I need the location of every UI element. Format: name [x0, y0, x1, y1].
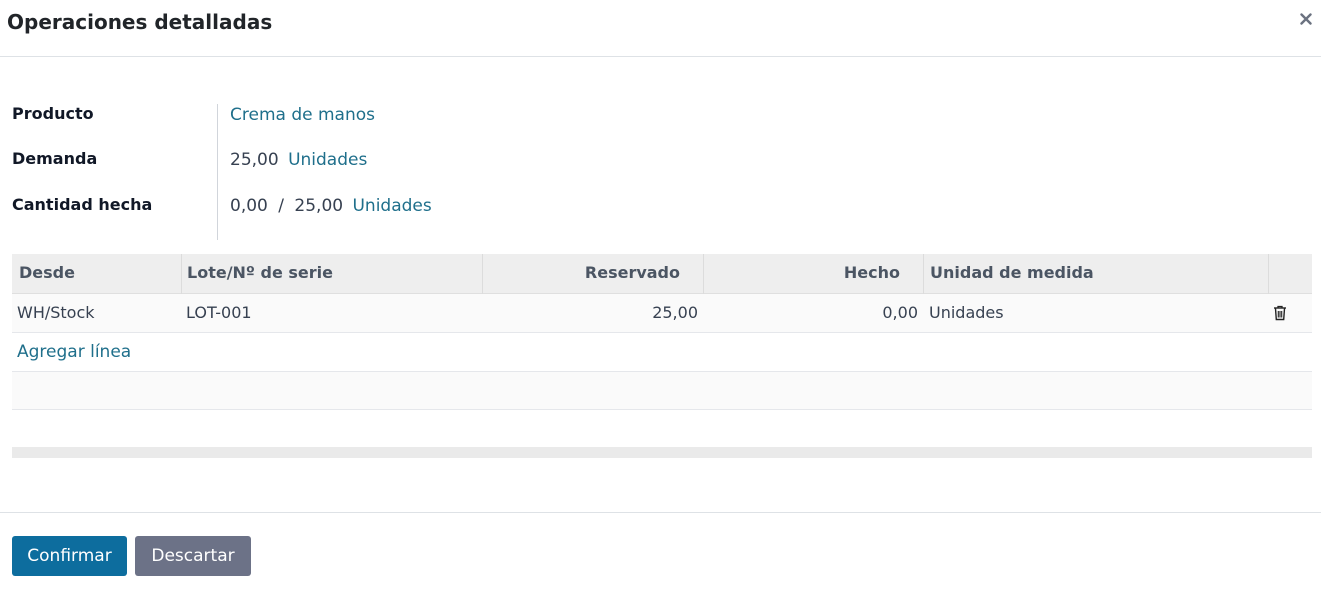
demand-quantity: 25,00 — [230, 150, 279, 170]
column-separator — [181, 254, 182, 294]
column-separator — [923, 254, 924, 294]
detailed-operations-dialog: Operaciones detalladas Producto Demanda … — [0, 0, 1321, 590]
table-row[interactable]: WH/Stock LOT-001 25,00 0,00 Unidades — [12, 294, 1312, 333]
close-button[interactable] — [1297, 8, 1315, 30]
column-separator — [703, 254, 704, 294]
close-icon — [1300, 13, 1312, 25]
dialog-header: Operaciones detalladas — [0, 0, 1321, 57]
column-header-done[interactable]: Hecho — [844, 254, 900, 294]
trash-icon — [1274, 305, 1286, 321]
dialog-footer: Confirmar Descartar — [0, 512, 1321, 590]
demand-uom-link[interactable]: Unidades — [288, 150, 367, 170]
demand-value: 25,00 Unidades — [230, 150, 367, 170]
discard-button[interactable]: Descartar — [135, 536, 251, 576]
cell-done[interactable]: 0,00 — [882, 294, 918, 332]
demand-label: Demanda — [12, 149, 98, 168]
column-header-from[interactable]: Desde — [19, 254, 75, 294]
empty-row — [12, 372, 1312, 410]
quantity-separator: / — [278, 196, 284, 216]
cell-from[interactable]: WH/Stock — [17, 294, 95, 332]
product-value: Crema de manos — [230, 105, 375, 125]
quantity-done-uom-link[interactable]: Unidades — [352, 196, 431, 216]
product-label: Producto — [12, 104, 94, 123]
add-line-row: Agregar línea — [12, 333, 1312, 372]
quantity-done-value: 0,00 / 25,00 Unidades — [230, 196, 432, 216]
product-link[interactable]: Crema de manos — [230, 105, 375, 125]
quantity-done-label: Cantidad hecha — [12, 195, 153, 214]
column-separator — [1268, 254, 1269, 294]
add-line-button[interactable]: Agregar línea — [17, 333, 131, 371]
cell-uom[interactable]: Unidades — [929, 294, 1004, 332]
column-header-lot[interactable]: Lote/Nº de serie — [187, 254, 333, 294]
move-lines-table: Desde Lote/Nº de serie Reservado Hecho U… — [12, 254, 1312, 410]
dialog-title: Operaciones detalladas — [7, 10, 273, 34]
horizontal-scrollbar[interactable] — [12, 447, 1312, 458]
cell-reserved[interactable]: 25,00 — [652, 294, 698, 332]
quantity-total: 25,00 — [294, 196, 344, 216]
confirm-button[interactable]: Confirmar — [12, 536, 127, 576]
table-header: Desde Lote/Nº de serie Reservado Hecho U… — [12, 254, 1312, 294]
column-header-uom[interactable]: Unidad de medida — [930, 254, 1094, 294]
field-divider — [217, 104, 218, 240]
cell-lot[interactable]: LOT-001 — [186, 294, 252, 332]
quantity-done: 0,00 — [230, 196, 268, 216]
column-separator — [482, 254, 483, 294]
delete-row-button[interactable] — [1272, 294, 1288, 332]
column-header-reserved[interactable]: Reservado — [585, 254, 680, 294]
